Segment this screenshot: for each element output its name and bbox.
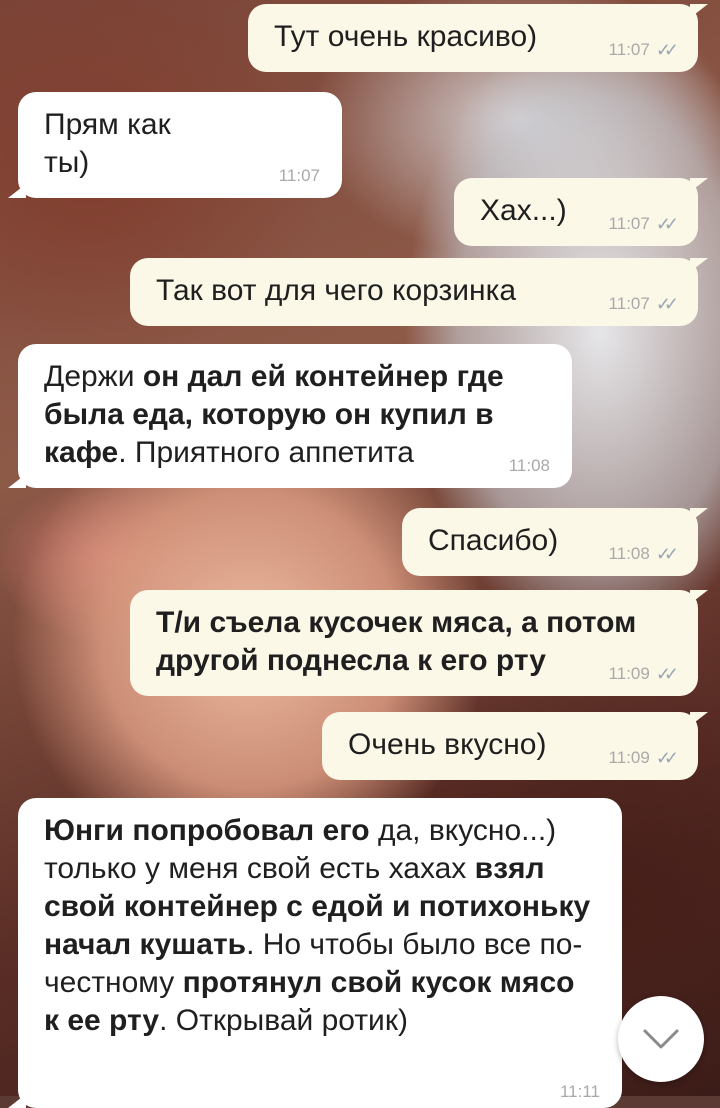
read-checkmarks-icon: ✓✓	[655, 544, 679, 564]
message-time: 11:11	[559, 1082, 600, 1101]
read-checkmarks-icon: ✓✓	[655, 748, 679, 768]
message-time: 11:09	[608, 748, 650, 767]
message-time: 11:08	[508, 456, 550, 475]
message-meta: 11:09 ✓✓	[608, 748, 680, 768]
message-text: Очень вкусно)	[348, 728, 547, 761]
message-meta: 11:11	[560, 1082, 600, 1102]
message-bubble-incoming[interactable]: Юнги попробовал его да, вкусно...) тольк…	[8, 798, 622, 1108]
message-meta: 11:09 ✓✓	[608, 664, 680, 684]
message-time: 11:09	[608, 664, 650, 683]
message-text: Хах...)	[480, 194, 567, 227]
message-time: 11:08	[608, 544, 650, 563]
message-bubble-outgoing[interactable]: Тут очень красиво) 11:07 ✓✓	[248, 4, 708, 72]
read-checkmarks-icon: ✓✓	[655, 294, 679, 314]
message-bubble-outgoing[interactable]: Спасибо) 11:08 ✓✓	[402, 508, 708, 576]
message-bubble-incoming[interactable]: Прям как ты) 11:07	[8, 92, 342, 198]
message-text-part: . Открывай ротик)	[159, 1004, 408, 1037]
message-text-action: Т/и съела кусочек мяса, а потом другой п…	[156, 606, 637, 677]
message-bubble-outgoing[interactable]: Т/и съела кусочек мяса, а потом другой п…	[130, 590, 708, 696]
message-bubble-outgoing[interactable]: Очень вкусно) 11:09 ✓✓	[322, 712, 708, 780]
message-text: Спасибо)	[428, 524, 559, 557]
message-list[interactable]: Тут очень красиво) 11:07 ✓✓ Прям как ты)…	[0, 0, 720, 1108]
message-text-part: . Приятного аппетита	[118, 436, 414, 469]
message-meta: 11:08	[509, 456, 550, 476]
message-bubble-outgoing[interactable]: Так вот для чего корзинка 11:07 ✓✓	[130, 258, 708, 326]
message-meta: 11:08 ✓✓	[608, 544, 680, 564]
message-text-part: Держи	[44, 360, 143, 393]
message-bubble-outgoing[interactable]: Хах...) 11:07 ✓✓	[454, 178, 708, 246]
message-text: Тут очень красиво)	[274, 20, 538, 53]
message-meta: 11:07 ✓✓	[608, 40, 680, 60]
message-meta: 11:07 ✓✓	[608, 294, 680, 314]
chevron-down-icon	[643, 1029, 679, 1049]
message-time: 11:07	[278, 166, 320, 185]
message-time: 11:07	[608, 40, 650, 59]
read-checkmarks-icon: ✓✓	[655, 40, 679, 60]
read-checkmarks-icon: ✓✓	[655, 664, 679, 684]
message-time: 11:07	[608, 214, 650, 233]
message-meta: 11:07 ✓✓	[608, 214, 680, 234]
message-text: Так вот для чего корзинка	[156, 274, 517, 307]
message-meta: 11:07	[279, 166, 320, 186]
message-time: 11:07	[608, 294, 650, 313]
message-text-action: Юнги попробовал его	[44, 814, 378, 847]
message-bubble-incoming[interactable]: Держи он дал ей контейнер где была еда, …	[8, 344, 572, 488]
message-text: Прям как ты)	[44, 108, 171, 179]
scroll-to-bottom-button[interactable]	[618, 996, 704, 1082]
read-checkmarks-icon: ✓✓	[655, 214, 679, 234]
